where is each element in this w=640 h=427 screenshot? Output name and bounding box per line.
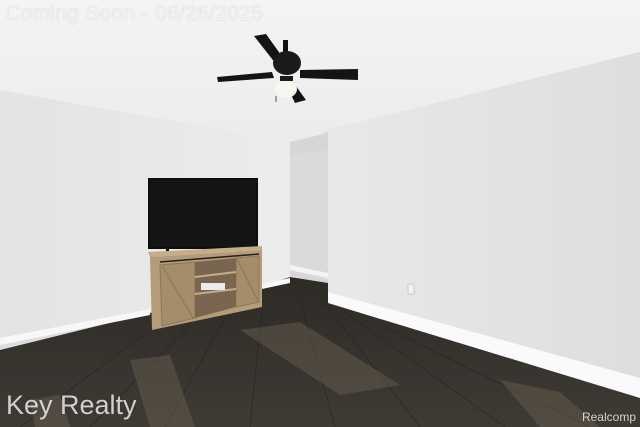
photo-credit: Realcomp	[581, 410, 636, 424]
wall-outlet	[407, 283, 415, 295]
listing-photo: Coming Soon - 06/26/2025 Key Realty Real…	[0, 0, 640, 427]
room-scene	[0, 0, 640, 427]
flat-screen-tv	[148, 178, 258, 253]
coming-soon-banner: Coming Soon - 06/26/2025	[5, 2, 264, 25]
brand-watermark: Key Realty	[6, 390, 137, 420]
hallway-wall	[290, 150, 328, 280]
